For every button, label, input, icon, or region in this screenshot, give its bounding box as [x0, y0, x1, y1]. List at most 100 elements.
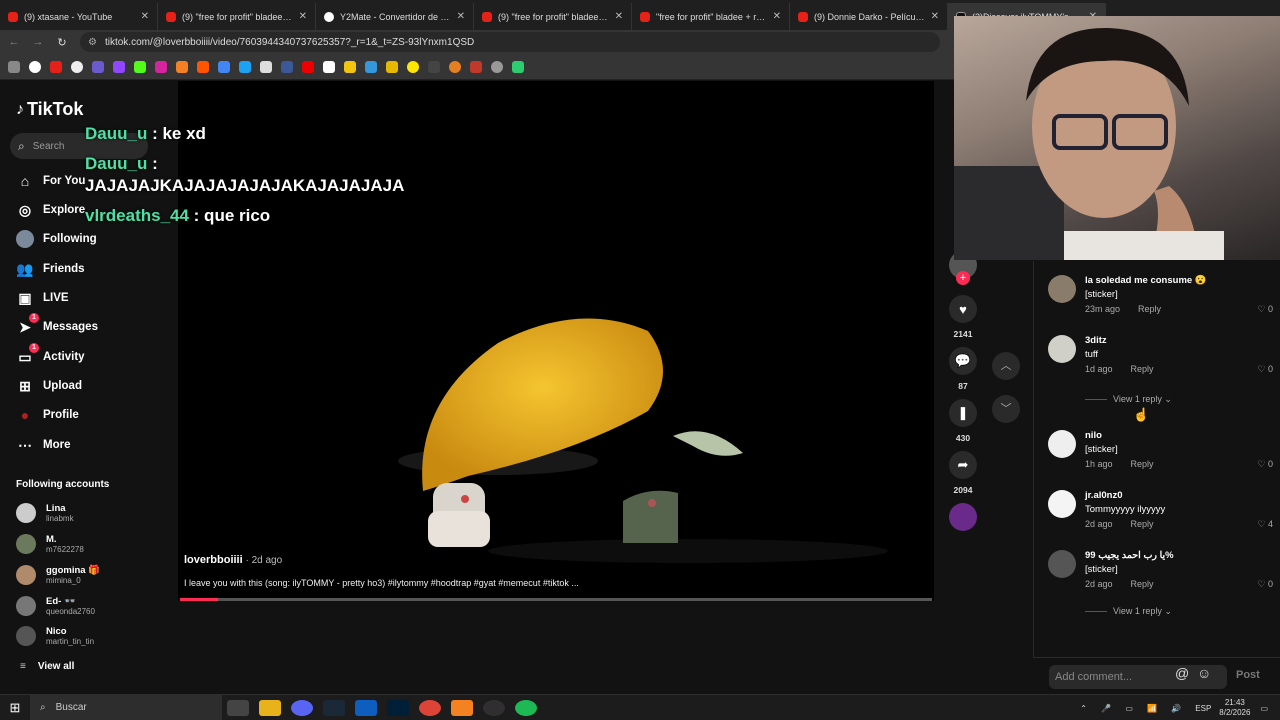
comment-username[interactable]: la soledad me consume 😮: [1085, 275, 1207, 286]
comment-username[interactable]: 3ditz: [1085, 335, 1107, 346]
nav-for-you[interactable]: ⌂ For You: [16, 171, 86, 191]
following-account[interactable]: Lina linabmk: [16, 503, 74, 523]
reply-button[interactable]: Reply: [1131, 364, 1154, 374]
reply-button[interactable]: Reply: [1131, 459, 1154, 469]
like-button[interactable]: ♥ 2141: [949, 295, 977, 339]
browser-tab[interactable]: "free for profit" bladee + ripsq ✕: [632, 3, 790, 30]
nav-explore[interactable]: ◎ Explore: [16, 200, 85, 220]
taskbar-search[interactable]: ⌕ Buscar: [30, 694, 222, 720]
site-info-icon[interactable]: ⚙: [88, 37, 97, 48]
bookmark-icon[interactable]: [197, 60, 209, 73]
avatar[interactable]: [1048, 550, 1076, 578]
back-icon[interactable]: ←: [4, 36, 24, 48]
comment-username[interactable]: يا رب احمد يجيب 99%: [1085, 550, 1174, 561]
bookmark-icon[interactable]: [491, 60, 503, 73]
browser-tab[interactable]: (9) Donnie Darko - Película com✕: [790, 3, 948, 30]
bookmark-icon[interactable]: [344, 60, 356, 73]
bookmark-button[interactable]: ❚ 430: [949, 399, 977, 443]
clock[interactable]: 21:43 8/2/2026: [1219, 698, 1250, 717]
browser-tab[interactable]: Y2Mate - Convertidor de YouTube✕: [316, 3, 474, 30]
task-view-icon[interactable]: [227, 699, 249, 716]
tray-icons[interactable]: ⌃ 🎤 ▭ 📶 🔊: [1080, 704, 1187, 713]
nav-friends[interactable]: 👥 Friends: [16, 259, 84, 279]
discord-icon[interactable]: [291, 699, 313, 716]
bookmark-icon[interactable]: [176, 60, 188, 73]
reply-button[interactable]: Reply: [1131, 519, 1154, 529]
following-account[interactable]: Ed- 👓 queonda2760: [16, 596, 95, 616]
previous-video-button[interactable]: ︿: [992, 352, 1020, 380]
apps-grid-icon[interactable]: [8, 60, 20, 73]
comment-like-button[interactable]: ♡ 0: [1257, 459, 1273, 470]
music-disc-button[interactable]: [949, 503, 977, 531]
avatar[interactable]: [1048, 430, 1076, 458]
avatar[interactable]: [1048, 275, 1076, 303]
browser-tab[interactable]: (9) "free for profit" bladee + emo✕: [158, 3, 316, 30]
obs-icon[interactable]: [483, 699, 505, 716]
post-button[interactable]: Post: [1236, 669, 1260, 681]
mention-icon[interactable]: @: [1175, 665, 1189, 681]
video-author[interactable]: loverbboiiii · 2d ago: [184, 554, 282, 566]
nav-activity[interactable]: ▭ 1 Activity: [16, 343, 85, 367]
close-tab-icon[interactable]: ✕: [299, 11, 307, 22]
view-replies-button[interactable]: View 1 reply ⌄: [1085, 606, 1172, 617]
app-v-icon[interactable]: [355, 699, 377, 716]
avatar[interactable]: [1048, 335, 1076, 363]
bookmark-icon[interactable]: [302, 60, 314, 73]
reload-icon[interactable]: ↻: [52, 36, 72, 49]
steam-icon[interactable]: [323, 699, 345, 716]
comment-like-button[interactable]: ♡ 0: [1257, 579, 1273, 590]
url-field[interactable]: ⚙ tiktok.com/@loverbboiiii/video/7603944…: [80, 32, 940, 52]
nav-more[interactable]: ⋯ More: [16, 435, 70, 455]
next-video-button[interactable]: ﹀: [992, 395, 1020, 423]
bookmark-icon[interactable]: [470, 60, 482, 73]
following-account[interactable]: Nico martin_tin_tin: [16, 626, 94, 646]
close-tab-icon[interactable]: ✕: [615, 11, 623, 22]
chrome-icon[interactable]: [419, 699, 441, 716]
windows-start-icon[interactable]: ⊞: [0, 700, 30, 716]
file-explorer-icon[interactable]: [259, 699, 281, 716]
spotify-icon[interactable]: [515, 699, 537, 716]
nav-upload[interactable]: ⊞ Upload: [16, 376, 82, 396]
instagram-bookmark-icon[interactable]: [155, 60, 167, 73]
nav-live[interactable]: ▣ LIVE: [16, 288, 68, 308]
browser-tab[interactable]: (9) xtasane - YouTube ✕: [0, 3, 158, 30]
nav-profile[interactable]: ● Profile: [16, 405, 79, 425]
close-tab-icon[interactable]: ✕: [773, 11, 781, 22]
comment-like-button[interactable]: ♡ 0: [1257, 364, 1273, 375]
twitch-bookmark-icon[interactable]: [113, 60, 125, 73]
comment-like-button[interactable]: ♡ 0: [1257, 304, 1273, 315]
close-tab-icon[interactable]: ✕: [457, 11, 465, 22]
comment-button[interactable]: 💬 87: [949, 347, 977, 391]
photoshop-icon[interactable]: [387, 699, 409, 716]
browser-tab[interactable]: (9) "free for profit" bladee + ripsq✕: [474, 3, 632, 30]
kick-bookmark-icon[interactable]: [134, 60, 146, 73]
bookmark-icon[interactable]: [239, 60, 251, 73]
share-button[interactable]: ➦ 2094: [949, 451, 977, 495]
bookmark-icon[interactable]: [428, 60, 440, 73]
comment-username[interactable]: jr.al0nz0: [1085, 490, 1123, 501]
view-all-button[interactable]: ≡ View all: [20, 661, 74, 672]
google-bookmark-icon[interactable]: [29, 60, 41, 73]
tiktok-logo[interactable]: ♪ TikTok: [16, 99, 83, 120]
bookmark-icon[interactable]: [92, 60, 104, 73]
comment-username[interactable]: nilo: [1085, 430, 1102, 441]
bookmark-icon[interactable]: [512, 60, 524, 73]
language-indicator[interactable]: ESP: [1195, 704, 1211, 713]
video-progress-bar[interactable]: [180, 598, 932, 601]
following-account[interactable]: M. m7622278: [16, 534, 84, 554]
notifications-icon[interactable]: ▭: [1260, 704, 1268, 713]
bookmark-icon[interactable]: [365, 60, 377, 73]
translate-bookmark-icon[interactable]: [218, 60, 230, 73]
follow-plus-icon[interactable]: +: [956, 271, 970, 285]
bookmark-icon[interactable]: [71, 60, 83, 73]
avatar[interactable]: [1048, 490, 1076, 518]
bookmark-icon[interactable]: [281, 60, 293, 73]
bookmark-icon[interactable]: [260, 60, 272, 73]
fl-studio-icon[interactable]: [451, 699, 473, 716]
bookmark-icon[interactable]: [407, 60, 419, 73]
nav-messages[interactable]: ➤ 1 Messages: [16, 313, 98, 337]
comment-like-button[interactable]: ♡ 4: [1257, 519, 1273, 530]
close-tab-icon[interactable]: ✕: [931, 11, 939, 22]
following-account[interactable]: ggomina 🎁 mimina_0: [16, 565, 100, 585]
emoji-icon[interactable]: ☺: [1197, 665, 1211, 681]
